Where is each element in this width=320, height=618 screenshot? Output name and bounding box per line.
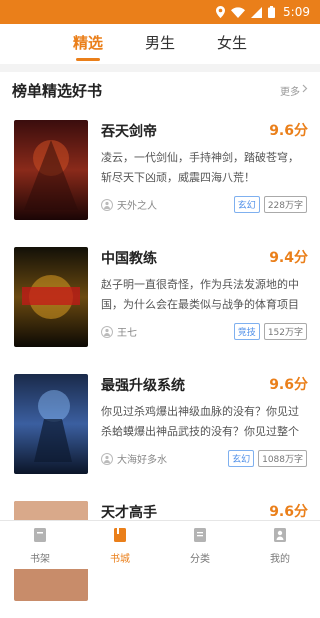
book-category-tag: 玄幻	[228, 450, 254, 467]
section-title: 榜单精选好书	[12, 80, 102, 101]
book-score: 9.4分	[269, 247, 308, 267]
book-title: 天才高手	[101, 502, 157, 522]
bottom-nav: 书架 书城 分类 我的	[0, 520, 320, 569]
top-tabs: 精选 男生 女生	[0, 24, 320, 64]
book-meta: 大海好多水 玄幻 1088万字	[101, 450, 307, 467]
book-cover	[14, 374, 88, 474]
section-header: 榜单精选好书 更多	[0, 72, 320, 108]
book-title: 中国教练	[101, 248, 157, 268]
nav-profile[interactable]: 我的	[240, 521, 320, 569]
book-author: 大海好多水	[117, 451, 224, 466]
wifi-icon	[231, 7, 245, 18]
bookshelf-icon	[31, 526, 49, 547]
tab-male[interactable]: 男生	[124, 24, 196, 64]
location-icon	[216, 6, 225, 18]
book-cover	[14, 120, 88, 220]
chevron-right-icon	[302, 84, 308, 96]
author-icon	[101, 326, 113, 338]
book-title: 吞天剑帝	[101, 121, 157, 141]
status-time: 5:09	[283, 5, 310, 19]
book-category-tag: 玄幻	[234, 196, 260, 213]
book-item[interactable]: 吞天剑帝 9.6分 凌云，一代剑仙，手持神剑，踏破苍穹，斩尽天下凶顽，威震四海八…	[0, 110, 320, 237]
book-title: 最强升级系统	[101, 375, 185, 395]
book-words-tag: 1088万字	[258, 450, 307, 467]
tab-female[interactable]: 女生	[196, 24, 268, 64]
nav-label: 书城	[110, 550, 130, 565]
book-words-tag: 152万字	[264, 323, 307, 340]
nav-label: 书架	[30, 550, 50, 565]
book-author: 王七	[117, 324, 230, 339]
book-author: 天外之人	[117, 197, 230, 212]
battery-icon	[268, 6, 275, 18]
book-score: 9.6分	[269, 120, 308, 140]
bookstore-icon	[111, 526, 129, 547]
book-meta: 王七 竞技 152万字	[101, 323, 307, 340]
book-meta: 天外之人 玄幻 228万字	[101, 196, 307, 213]
author-icon	[101, 453, 113, 465]
nav-label: 分类	[190, 550, 210, 565]
book-score: 9.6分	[269, 501, 308, 521]
book-item[interactable]: 最强升级系统 9.6分 你见过杀鸡爆出神级血脉的没有？你见过杀蛤蟆爆出神品武技的…	[0, 364, 320, 491]
book-cover	[14, 247, 88, 347]
nav-bookshelf[interactable]: 书架	[0, 521, 80, 569]
nav-label: 我的	[270, 550, 290, 565]
nav-bookstore[interactable]: 书城	[80, 521, 160, 569]
more-link[interactable]: 更多	[280, 83, 308, 98]
book-score: 9.6分	[269, 374, 308, 394]
status-bar: 5:09	[0, 0, 320, 24]
book-description: 赵子明一直很奇怪，作为兵法发源地的中国，为什么会在最类似与战争的体育项目	[101, 275, 307, 315]
book-item[interactable]: 中国教练 9.4分 赵子明一直很奇怪，作为兵法发源地的中国，为什么会在最类似与战…	[0, 237, 320, 364]
signal-icon	[251, 7, 262, 18]
book-description: 你见过杀鸡爆出神级血脉的没有？你见过杀蛤蟆爆出神品武技的没有？你见过整个世界	[101, 402, 307, 442]
book-words-tag: 228万字	[264, 196, 307, 213]
book-description: 凌云，一代剑仙，手持神剑，踏破苍穹，斩尽天下凶顽，威震四海八荒！	[101, 148, 307, 188]
category-icon	[191, 526, 209, 547]
book-category-tag: 竞技	[234, 323, 260, 340]
profile-icon	[271, 526, 289, 547]
section-divider	[0, 64, 320, 72]
tab-featured[interactable]: 精选	[52, 24, 124, 64]
nav-category[interactable]: 分类	[160, 521, 240, 569]
more-label: 更多	[280, 83, 300, 98]
author-icon	[101, 199, 113, 211]
